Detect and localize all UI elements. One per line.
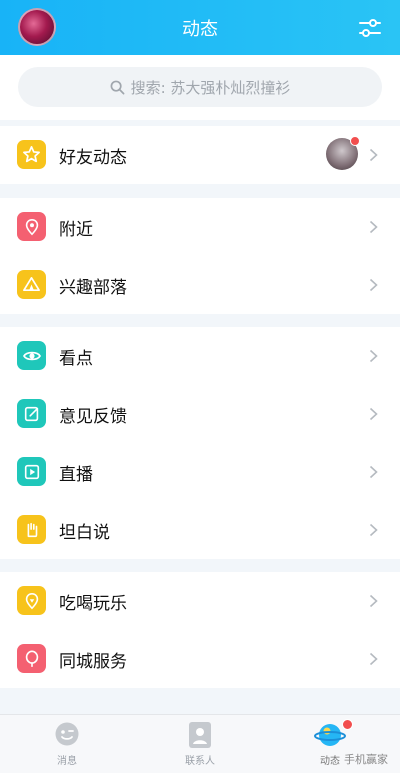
menu-item-label: 意见反馈 — [59, 406, 127, 427]
menu-item-label: 兴趣部落 — [59, 277, 127, 298]
section-local: 吃喝玩乐 同城服务 — [0, 572, 400, 688]
chevron-right-icon — [369, 594, 378, 608]
chevron-right-icon — [369, 465, 378, 479]
feedback-edit-icon — [17, 399, 46, 428]
watermark-text: 手机赢家 — [344, 753, 388, 766]
menu-item-live[interactable]: 直播 — [0, 443, 400, 501]
menu-item-friend-feed[interactable]: 好友动态 — [0, 126, 400, 184]
tribe-tent-icon — [17, 270, 46, 299]
chevron-right-icon — [369, 523, 378, 537]
message-icon — [55, 722, 79, 746]
settings-sliders-icon[interactable] — [358, 16, 382, 40]
menu-item-kandian[interactable]: 看点 — [0, 327, 400, 385]
menu-item-food-leisure[interactable]: 吃喝玩乐 — [0, 572, 400, 630]
menu-item-label: 同城服务 — [59, 651, 127, 672]
food-leisure-icon — [17, 586, 46, 615]
menu-item-label: 附近 — [59, 219, 93, 240]
contacts-icon — [189, 722, 211, 748]
chevron-right-icon — [369, 652, 378, 666]
hand-icon — [17, 515, 46, 544]
chevron-right-icon — [369, 220, 378, 234]
search-area: 搜索: 苏大强朴灿烈撞衫 — [0, 55, 400, 120]
section-nearby: 附近 兴趣部落 — [0, 198, 400, 314]
menu-item-tribe[interactable]: 兴趣部落 — [0, 256, 400, 314]
search-input[interactable]: 搜索: 苏大强朴灿烈撞衫 — [18, 67, 382, 107]
chevron-right-icon — [369, 407, 378, 421]
live-play-icon — [17, 457, 46, 486]
new-update-dot — [350, 136, 360, 146]
chevron-right-icon — [369, 349, 378, 363]
menu-item-city-services[interactable]: 同城服务 — [0, 630, 400, 688]
section-discover: 看点 意见反馈 直播 坦白说 — [0, 327, 400, 559]
location-pin-icon — [17, 212, 46, 241]
menu-item-label: 坦白说 — [59, 522, 110, 543]
search-placeholder: 搜索: 苏大强朴灿烈撞衫 — [130, 78, 291, 97]
section-friends: 好友动态 — [0, 126, 400, 184]
watermark: 手机赢家 — [344, 751, 388, 767]
tab-label: 联系人 — [185, 756, 215, 767]
menu-item-label: 吃喝玩乐 — [59, 593, 127, 614]
menu-item-feedback[interactable]: 意见反馈 — [0, 385, 400, 443]
menu-item-confess[interactable]: 坦白说 — [0, 501, 400, 559]
balloon-icon — [17, 644, 46, 673]
friend-feed-star-icon — [17, 140, 46, 169]
bottom-tab-bar: 消息 联系人 动态 手机赢家 — [0, 714, 400, 773]
page-title: 动态 — [182, 18, 218, 40]
menu-item-label: 看点 — [59, 348, 93, 369]
menu-item-label: 直播 — [59, 464, 93, 485]
menu-item-label: 好友动态 — [59, 147, 127, 168]
tab-label: 动态 — [320, 756, 340, 767]
tab-contacts[interactable]: 联系人 — [160, 721, 240, 767]
menu-item-nearby[interactable]: 附近 — [0, 198, 400, 256]
eye-icon — [17, 341, 46, 370]
search-icon — [110, 80, 125, 94]
chevron-right-icon — [369, 278, 378, 292]
tab-label: 消息 — [57, 756, 77, 767]
tab-messages[interactable]: 消息 — [27, 721, 107, 767]
user-avatar[interactable] — [18, 8, 56, 46]
header-bar: 动态 — [0, 0, 400, 55]
new-update-dot — [342, 719, 353, 730]
chevron-right-icon — [369, 148, 378, 162]
